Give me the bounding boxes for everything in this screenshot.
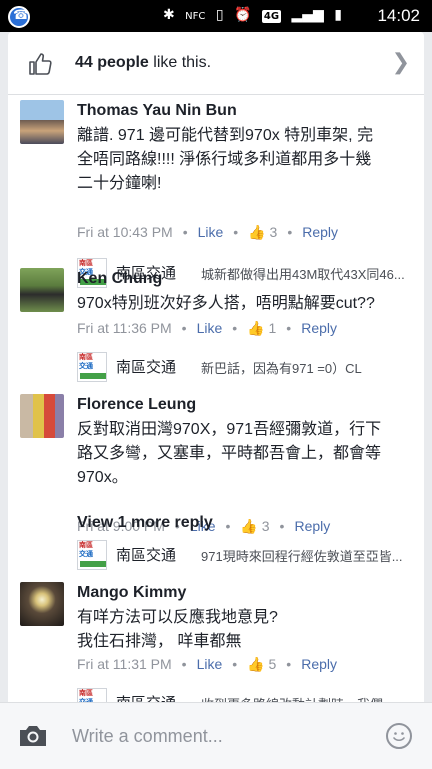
reply-text: 新巴話，因為有971 =0）CL	[201, 361, 362, 376]
likes-text: 44 people like this.	[75, 54, 211, 72]
comment-input[interactable]: Write a comment...	[72, 726, 223, 747]
reaction-count[interactable]: 3	[262, 518, 270, 534]
likes-suffix: like this.	[148, 54, 212, 71]
avatar-stripe	[80, 373, 106, 379]
avatar-text-top: 南區	[79, 260, 93, 267]
comment-line: 二十分鐘喇!	[77, 175, 162, 192]
comment-composer: Write a comment...	[0, 702, 432, 769]
comment-text: 有咩方法可以反應我地意見? 我住石排灣， 咩車都無	[77, 606, 407, 654]
reply-link[interactable]: Reply	[294, 518, 330, 534]
chevron-right-icon[interactable]: ❯	[392, 50, 410, 75]
status-icons: ✱ NFC ▯ ⏰ 4G ▂▄▆ ▮	[157, 7, 342, 23]
page-avatar: 南區交通	[77, 352, 107, 382]
comment-author[interactable]: Thomas Yau Nin Bun	[77, 102, 237, 120]
reply-preview[interactable]: 南區 交通 南區交通 971現時來回程行經佐敦道至亞皆...	[77, 540, 417, 570]
comment-meta: Fri at 11:36 PM • Like • 👍 1 • Reply	[77, 320, 337, 337]
view-more-replies-link[interactable]: View 1 more reply	[77, 514, 213, 532]
phone-app-icon	[8, 6, 30, 28]
nfc-icon: NFC	[185, 11, 206, 22]
likes-count: 44 people	[75, 54, 149, 71]
avatar[interactable]	[20, 268, 64, 312]
like-link[interactable]: Like	[198, 224, 224, 240]
likes-summary[interactable]: 44 people like this. ❯	[8, 32, 424, 95]
reply-text: 收到更多路線改動計劃時，我們...	[201, 694, 411, 702]
status-bar: ✱ NFC ▯ ⏰ 4G ▂▄▆ ▮ 14:02	[0, 0, 432, 32]
avatar-stripe	[80, 561, 106, 567]
comment-text: 離譜. 971 邊可能代替到970x 特別車架, 完 全唔同路線!!!! 淨係行…	[77, 124, 407, 196]
battery-icon: ▮	[334, 7, 342, 23]
comment-line: 反對取消田灣970X，971吾經彌敦道，行下	[77, 421, 382, 438]
comments-sheet: 44 people like this. ❯ Thomas Yau Nin Bu…	[8, 32, 424, 702]
avatar-text-top: 南區	[79, 354, 93, 361]
reply-link[interactable]: Reply	[301, 656, 337, 672]
avatar-text-top: 南區	[79, 690, 93, 697]
comment-line: 我住石排灣， 咩車都無	[77, 633, 242, 650]
alarm-icon: ⏰	[234, 7, 252, 23]
like-reaction-icon: 👍	[247, 657, 265, 673]
like-reaction-icon: 👍	[248, 225, 266, 241]
comment-line: 970x。	[77, 469, 128, 486]
avatar[interactable]	[20, 100, 64, 144]
comment-text: 970x特別班次好多人搭，唔明點解要cut??	[77, 292, 407, 316]
thumbs-up-icon	[29, 53, 52, 75]
avatar-text-bottom: 交通	[79, 551, 93, 558]
smiley-face	[393, 732, 405, 742]
reply-author: 南區交通	[116, 547, 177, 564]
avatar[interactable]	[20, 582, 64, 626]
comment-time[interactable]: Fri at 11:31 PM	[77, 656, 172, 672]
page-avatar: 南區交通	[77, 540, 107, 570]
avatar-text-bottom: 交通	[79, 363, 93, 370]
network-type-badge: 4G	[261, 10, 282, 23]
comment-line: 有咩方法可以反應我地意見?	[77, 609, 278, 626]
reply-link[interactable]: Reply	[301, 320, 337, 336]
avatar[interactable]	[20, 394, 64, 438]
signal-icon: ▂▄▆	[291, 7, 324, 23]
reply-text: 城新都做得出用43M取代43X同46...	[201, 267, 405, 282]
reply-text: 971現時來回程行經佐敦道至亞皆...	[201, 549, 403, 564]
clock: 14:02	[377, 6, 420, 25]
comment-author[interactable]: Mango Kimmy	[77, 584, 186, 602]
reply-preview[interactable]: 南區 交通 南區交通 新巴話，因為有971 =0）CL	[77, 352, 417, 382]
reply-author: 南區交通	[116, 692, 176, 702]
reply-link[interactable]: Reply	[302, 224, 338, 240]
comment-line: 離譜. 971 邊可能代替到970x 特別車架, 完	[77, 127, 374, 144]
like-reaction-icon: 👍	[247, 321, 265, 337]
reaction-count[interactable]: 1	[269, 320, 277, 336]
vibrate-icon: ▯	[215, 7, 224, 23]
comment-meta: Fri at 10:43 PM • Like • 👍 3 • Reply	[77, 224, 339, 241]
reaction-count[interactable]: 3	[270, 224, 278, 240]
like-reaction-icon: 👍	[240, 519, 258, 535]
comment-time[interactable]: Fri at 10:43 PM	[77, 224, 173, 240]
camera-icon[interactable]	[18, 724, 48, 748]
emoji-icon[interactable]	[386, 723, 412, 749]
comment-text: 反對取消田灣970X，971吾經彌敦道，行下 路又多彎，又塞車，平時都吾會上，都…	[77, 418, 407, 490]
comment-meta: Fri at 11:31 PM • Like • 👍 5 • Reply	[77, 656, 337, 673]
comment-line: 路又多彎，又塞車，平時都吾會上，都會等	[77, 445, 382, 462]
like-link[interactable]: Like	[197, 320, 223, 336]
reply-preview[interactable]: 南區交通 南區交通 收到更多路線改動計劃時，我們...	[77, 688, 417, 702]
comment-line: 970x特別班次好多人搭，唔明點解要cut??	[77, 295, 375, 312]
comment-time[interactable]: Fri at 11:36 PM	[77, 320, 172, 336]
comment-author[interactable]: Florence Leung	[77, 396, 196, 414]
comment-line: 全唔同路線!!!! 淨係行域多利道都用多十幾	[77, 151, 372, 168]
comment-author[interactable]: Ken Chung	[77, 270, 162, 288]
reply-author: 南區交通	[116, 359, 177, 376]
page-avatar: 南區交通	[77, 688, 107, 702]
reaction-count[interactable]: 5	[269, 656, 277, 672]
like-link[interactable]: Like	[197, 656, 223, 672]
avatar-text-top: 南區	[79, 542, 93, 549]
bluetooth-icon: ✱	[162, 7, 175, 23]
